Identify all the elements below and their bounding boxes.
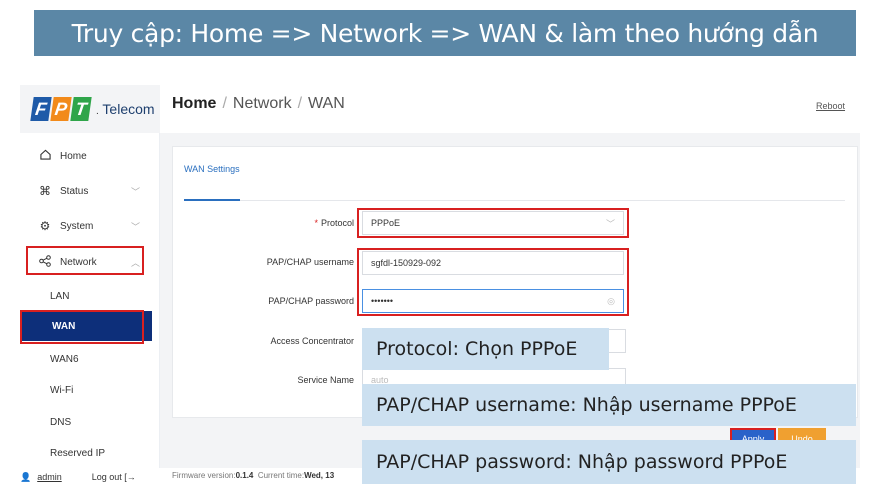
chevron-down-icon: ﹀: [130, 221, 140, 232]
sidebar-item-label: System: [60, 220, 94, 232]
active-tab-indicator: [184, 199, 240, 201]
sidebar-subitem-wifi[interactable]: Wi-Fi: [20, 375, 160, 405]
sidebar-subitem-dns[interactable]: DNS: [20, 407, 160, 437]
callout-username: PAP/CHAP username: Nhập username PPPoE: [362, 384, 856, 426]
highlight-network: [26, 246, 144, 275]
home-icon: [38, 149, 52, 163]
breadcrumb-home[interactable]: Home: [172, 95, 216, 112]
tutorial-screenshot: Truy cập: Home => Network => WAN & làm t…: [0, 0, 874, 500]
breadcrumb-wan: WAN: [308, 95, 345, 112]
reboot-link[interactable]: Reboot: [816, 101, 845, 111]
tab-divider: [240, 200, 845, 201]
sidebar-subitem-wan6[interactable]: WAN6: [20, 344, 160, 374]
current-time-label: Current time:: [257, 471, 305, 480]
instruction-banner: Truy cập: Home => Network => WAN & làm t…: [34, 10, 856, 56]
admin-link[interactable]: admin: [37, 472, 62, 482]
sidebar-item-status[interactable]: ⌘ Status ﹀: [20, 174, 160, 208]
protocol-label: * Protocol: [174, 218, 354, 228]
access-concentrator-label: Access Concentrator: [270, 336, 354, 346]
logo-brand-label: Telecom: [102, 101, 155, 117]
highlight-wan: [20, 310, 144, 344]
fpt-telecom-logo: F P T . Telecom: [20, 85, 160, 133]
breadcrumb: Home / Network / WAN: [172, 95, 345, 113]
callout-protocol: Protocol: Chọn PPPoE: [362, 328, 609, 370]
user-icon: 👤: [20, 471, 32, 482]
logout-button[interactable]: Log out [→: [92, 472, 136, 482]
status-footer: Firmware version:0.1.4 Current time:Wed,…: [172, 471, 334, 480]
logo-letter-t: T: [70, 97, 92, 121]
highlight-protocol: [357, 208, 629, 238]
callout-password: PAP/CHAP password: Nhập password PPPoE: [362, 440, 856, 484]
breadcrumb-network[interactable]: Network: [233, 95, 292, 112]
logout-icon: [→: [124, 472, 136, 482]
protocol-label-text: Protocol: [320, 218, 354, 228]
sidebar-item-home[interactable]: Home: [20, 139, 160, 173]
instruction-banner-text: Truy cập: Home => Network => WAN & làm t…: [71, 18, 819, 48]
firmware-value: 0.1.4: [235, 471, 254, 480]
tab-wan-settings[interactable]: WAN Settings: [184, 164, 240, 174]
breadcrumb-separator: /: [297, 95, 303, 112]
password-label: PAP/CHAP password: [268, 296, 354, 306]
sidebar-subitem-lan[interactable]: LAN: [20, 281, 160, 311]
sidebar-footer: 👤 admin Log out [→: [20, 466, 160, 488]
gear-icon: ⚙: [39, 219, 51, 233]
firmware-label: Firmware version:: [172, 471, 236, 480]
logo-letter-p: P: [50, 97, 72, 121]
chevron-down-icon: ﹀: [130, 186, 140, 197]
sidebar-item-system[interactable]: ⚙ System ﹀: [20, 209, 160, 243]
sidebar-subitem-reserved-ip[interactable]: Reserved IP: [20, 438, 160, 468]
logo-brand-text: . Telecom: [96, 101, 155, 117]
sidebar-item-label: Home: [60, 150, 87, 162]
highlight-credentials: [357, 248, 629, 316]
command-icon: ⌘: [39, 184, 51, 198]
username-label: PAP/CHAP username: [266, 257, 354, 267]
logo-letter-f: F: [30, 97, 52, 121]
logo-dot: .: [96, 106, 99, 117]
logout-label: Log out: [91, 472, 122, 482]
required-marker: *: [314, 218, 318, 228]
breadcrumb-separator: /: [222, 95, 227, 112]
service-name-label: Service Name: [297, 375, 354, 385]
sidebar-item-label: Status: [60, 185, 89, 197]
sidebar: Home ⌘ Status ﹀ ⚙ System ﹀ Network ︿ LAN…: [20, 133, 160, 468]
current-time-value: Wed, 13: [304, 471, 335, 480]
